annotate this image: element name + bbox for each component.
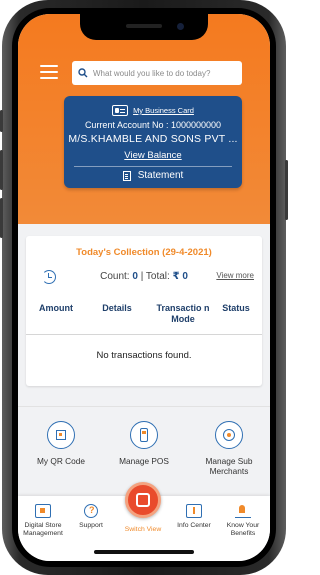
column-header: Details (102, 303, 132, 313)
store-icon (35, 504, 51, 518)
transactions-table-header: Amount Details Transactio n Mode Status (26, 303, 262, 325)
phone-bezel: My Business Card Current Account No : 10… (12, 8, 276, 567)
speaker (126, 24, 162, 28)
account-name: M/S.KHAMBLE AND SONS PVT ... (68, 133, 238, 145)
column-header: Status (222, 303, 250, 313)
empty-state-message: No transactions found. (96, 350, 192, 361)
side-button (0, 150, 3, 190)
home-indicator[interactable] (94, 550, 194, 554)
nav-info-center[interactable]: Info Center (169, 504, 219, 530)
account-card: My Business Card Current Account No : 10… (64, 96, 242, 188)
nav-label: Digital Store Management (23, 522, 63, 537)
merchants-icon (223, 429, 235, 441)
statement-label: Statement (137, 170, 184, 181)
search-input[interactable] (93, 68, 238, 78)
total-label: Total: (145, 271, 170, 282)
support-icon (84, 504, 98, 518)
quick-actions: My QR Code Manage POS Manage Sub Merchan… (18, 406, 270, 486)
side-button (0, 110, 3, 132)
quick-action-label: Manage POS (119, 456, 169, 466)
nav-label: Know Your Benefits (226, 522, 260, 537)
qr-code-icon (56, 430, 66, 440)
nav-label: Info Center (177, 522, 211, 529)
pos-icon (140, 428, 148, 442)
statement-icon (122, 170, 131, 181)
app-header: My Business Card Current Account No : 10… (18, 14, 270, 224)
nav-label: Support (79, 522, 103, 529)
column-header: Transactio n Mode (156, 303, 210, 324)
todays-collection-card: Today's Collection (29-4-2021) Count: 0 … (26, 236, 262, 386)
manage-pos-button[interactable]: Manage POS (109, 421, 179, 466)
collection-title: Today's Collection (29-4-2021) (76, 247, 212, 258)
nav-switch-view[interactable]: Switch View (118, 522, 168, 534)
benefits-icon (235, 504, 251, 518)
manage-sub-merchants-button[interactable]: Manage Sub Merchants (194, 421, 264, 476)
camera (177, 23, 184, 30)
nav-know-benefits[interactable]: Know Your Benefits (218, 504, 268, 538)
quick-action-label: My QR Code (37, 456, 85, 466)
view-more-link[interactable]: View more (216, 271, 254, 280)
nav-digital-store[interactable]: Digital Store Management (18, 504, 68, 538)
info-icon (186, 504, 202, 518)
my-qr-code-button[interactable]: My QR Code (26, 421, 96, 466)
side-button (0, 198, 3, 238)
account-number: Current Account No : 1000000000 (84, 120, 222, 130)
statement-button[interactable]: Statement (74, 166, 232, 181)
count-value: 0 (132, 271, 138, 282)
nav-support[interactable]: Support (66, 504, 116, 530)
total-value: ₹ 0 (172, 271, 188, 282)
hamburger-menu-icon[interactable] (40, 65, 58, 79)
column-header: Amount (39, 303, 73, 313)
notch (80, 14, 208, 40)
count-label: Count: (100, 271, 130, 282)
search-icon (78, 68, 88, 78)
view-balance-link[interactable]: View Balance (124, 150, 181, 161)
nav-label: Switch View (124, 526, 162, 533)
switch-view-button[interactable] (125, 482, 161, 518)
business-card-icon (112, 105, 129, 116)
phone-frame: My Business Card Current Account No : 10… (0, 0, 288, 575)
business-card-link[interactable]: My Business Card (133, 106, 194, 115)
quick-action-label: Manage Sub Merchants (205, 456, 253, 476)
divider (26, 334, 262, 335)
side-button (285, 160, 288, 220)
app-screen: My Business Card Current Account No : 10… (18, 14, 270, 561)
search-bar[interactable] (72, 61, 242, 85)
